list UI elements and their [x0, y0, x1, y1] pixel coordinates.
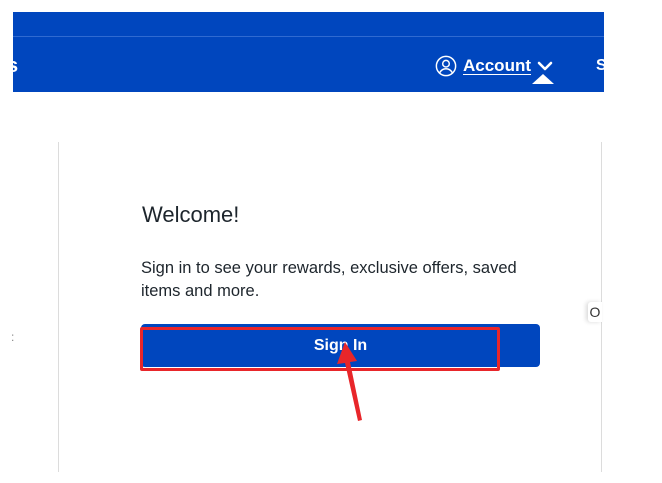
- carousel-edge-control[interactable]: O: [588, 302, 602, 322]
- welcome-heading: Welcome!: [142, 202, 240, 227]
- account-label[interactable]: Account: [463, 56, 531, 76]
- nav-divider: [13, 36, 604, 37]
- background-edge-mark: :: [11, 330, 15, 344]
- nav-item-partial-left[interactable]: s: [13, 52, 23, 80]
- welcome-description: Sign in to see your rewards, exclusive o…: [141, 259, 517, 300]
- top-navigation-bar: s Account S: [13, 12, 604, 92]
- user-circle-icon: [435, 55, 457, 77]
- annotation-arrow-icon: [337, 342, 362, 421]
- dropdown-caret: [532, 74, 554, 84]
- panel-left-border: [58, 142, 59, 472]
- nav-item-partial-right[interactable]: S: [596, 52, 604, 80]
- chevron-down-icon: [537, 61, 553, 71]
